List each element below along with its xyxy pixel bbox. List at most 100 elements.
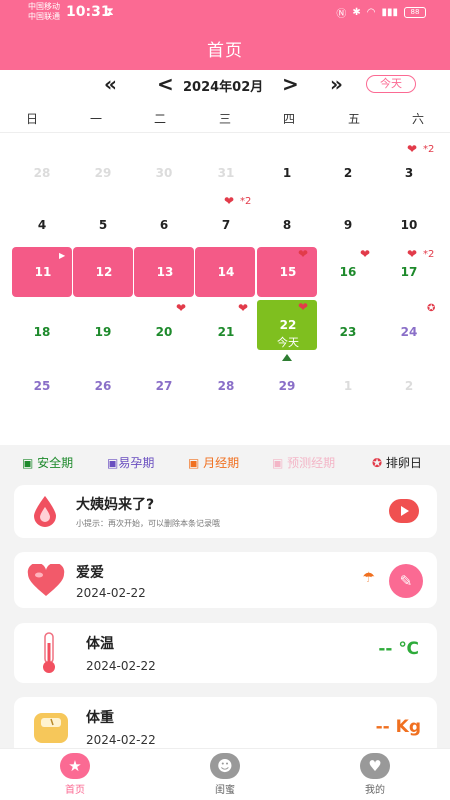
- day-cell[interactable]: 4: [10, 200, 74, 252]
- love-card-date: 2024-02-22: [76, 586, 146, 600]
- day-cell[interactable]: 25: [10, 361, 74, 413]
- day-cell[interactable]: 26: [71, 361, 135, 413]
- calendar: 日 一 二 三 四 五 六 28 29 30 31 1 2 3 ❤ *2 4 5: [0, 100, 450, 445]
- scale-icon: [34, 713, 68, 743]
- legend-predicted: ▣ 预测经期: [272, 456, 336, 470]
- prev-month-button[interactable]: <: [157, 72, 174, 96]
- day-cell[interactable]: 10: [377, 200, 441, 252]
- tab-home-label: 首页: [65, 785, 85, 796]
- day-cell[interactable]: 7 ❤ *2: [194, 194, 258, 252]
- day-cell[interactable]: 28: [194, 361, 258, 413]
- temperature-card[interactable]: 体温 2024-02-22 -- ℃: [14, 623, 437, 683]
- legend-period: ▣ 月经期: [188, 456, 240, 470]
- today-indicator-icon: [282, 354, 292, 361]
- tab-mine[interactable]: ♥ 我的: [330, 753, 420, 796]
- thermometer-icon: [43, 632, 55, 673]
- tab-friends[interactable]: ☻ 闺蜜: [180, 753, 270, 796]
- heart-icon: ❤: [407, 247, 418, 261]
- tab-mine-label: 我的: [365, 785, 385, 796]
- weight-value: -- Kg: [375, 717, 421, 737]
- app-root: 中国移动 中国联通 10:31 ⧗ Ⓝ ✱ ◠ ▮▮▮ 88 首页 « < 20…: [0, 0, 450, 800]
- day-cell-period[interactable]: 12: [72, 247, 136, 299]
- day-cell-period[interactable]: 15 ❤: [256, 247, 320, 299]
- month-label: 2024年02月: [183, 80, 264, 95]
- day-cell[interactable]: 29: [255, 361, 319, 413]
- tab-friends-label: 闺蜜: [215, 785, 235, 796]
- next-month-button[interactable]: >: [282, 72, 299, 96]
- top-bar: 中国移动 中国联通 10:31 ⧗ Ⓝ ✱ ◠ ▮▮▮ 88 首页: [0, 0, 450, 70]
- day-cell[interactable]: 1: [255, 148, 319, 200]
- day-cell[interactable]: 31: [194, 148, 258, 200]
- tab-home[interactable]: ★ 首页: [30, 753, 120, 796]
- blood-drop-icon: [34, 496, 56, 527]
- day-cell[interactable]: 20 ❤: [132, 301, 196, 359]
- day-cell[interactable]: 27: [132, 361, 196, 413]
- period-card-hint: 小提示：再次开始，可以删除本条记录哦: [76, 519, 220, 528]
- nfc-icon: Ⓝ: [336, 9, 347, 20]
- temperature-card-title: 体温: [86, 636, 114, 652]
- period-card[interactable]: 大姨妈来了? 小提示：再次开始，可以删除本条记录哦: [14, 485, 437, 538]
- edit-love-button[interactable]: ✎: [389, 564, 423, 598]
- day-cell[interactable]: 2: [377, 361, 441, 413]
- battery-icon: 88: [404, 7, 426, 18]
- legend-safe: ▣ 安全期: [22, 456, 74, 470]
- day-cell[interactable]: 19: [71, 307, 135, 359]
- day-cell[interactable]: 16 ❤: [316, 247, 380, 299]
- day-cell[interactable]: 18: [10, 307, 74, 359]
- day-cell[interactable]: 6: [132, 200, 196, 252]
- love-card[interactable]: 爱爱 2024-02-22 ☂ ✎: [14, 552, 437, 608]
- bluetooth-icon: ✱: [352, 7, 361, 18]
- next-year-button[interactable]: »: [330, 72, 343, 96]
- day-cell[interactable]: 23: [316, 307, 380, 359]
- day-cell[interactable]: 29: [71, 148, 135, 200]
- heart-count: *2: [423, 249, 435, 260]
- heart-count: *2: [240, 196, 252, 207]
- flag-icon: ▶: [59, 251, 66, 260]
- heart-icon: ❤: [407, 142, 418, 156]
- day-cell-period[interactable]: 11 ▶: [11, 247, 75, 299]
- prev-year-button[interactable]: «: [104, 72, 117, 96]
- heart-icon: ❤: [176, 301, 187, 315]
- day-cell[interactable]: 24 ✪: [377, 303, 441, 359]
- pencil-icon: ✎: [399, 572, 413, 590]
- day-cell[interactable]: 17 ❤ *2: [377, 247, 441, 299]
- umbrella-icon: ☂: [362, 570, 375, 586]
- day-cell-today[interactable]: 22 今天 ❤: [256, 300, 320, 361]
- carrier-info: 中国移动 中国联通: [28, 2, 60, 22]
- status-bar: 中国移动 中国联通 10:31 ⧗ Ⓝ ✱ ◠ ▮▮▮ 88: [0, 0, 450, 26]
- heart-icon: ❤: [360, 247, 371, 261]
- day-cell[interactable]: 8: [255, 200, 319, 252]
- month-nav: « < 2024年02月 > » 今天: [0, 70, 450, 100]
- heart-profile-icon: ♥: [360, 753, 390, 779]
- heart-icon: ❤: [298, 247, 309, 261]
- ovulation-icon: ✪: [427, 303, 436, 314]
- friends-icon: ☻: [210, 753, 240, 779]
- day-cell[interactable]: 28: [10, 148, 74, 200]
- status-time: 10:31: [66, 4, 111, 20]
- hourglass-icon: ⧗: [106, 5, 114, 18]
- day-cell[interactable]: 1: [316, 361, 380, 413]
- day-cell[interactable]: 30: [132, 148, 196, 200]
- day-cell-period[interactable]: 13: [133, 247, 197, 299]
- start-period-button[interactable]: [389, 499, 419, 523]
- heart-count: *2: [423, 144, 435, 155]
- day-cell-period[interactable]: 14: [194, 247, 258, 299]
- calendar-grid: 28 29 30 31 1 2 3 ❤ *2 4 5 6 7 ❤ *2 8 9 …: [0, 100, 450, 445]
- day-cell[interactable]: 21 ❤: [194, 301, 258, 359]
- day-cell[interactable]: 2: [316, 148, 380, 200]
- love-card-title: 爱爱: [76, 565, 104, 581]
- star-icon: ★: [60, 753, 90, 779]
- today-button[interactable]: 今天: [366, 75, 416, 93]
- weight-card-date: 2024-02-22: [86, 733, 156, 747]
- weight-card-title: 体重: [86, 710, 114, 726]
- heart-icon: ❤: [238, 301, 249, 315]
- today-label: 今天: [277, 336, 299, 349]
- legend: ▣ 安全期 ▣易孕期 ▣ 月经期 ▣ 预测经期 ✪ 排卵日: [0, 450, 450, 474]
- day-cell[interactable]: 9: [316, 200, 380, 252]
- bottom-nav: ★ 首页 ☻ 闺蜜 ♥ 我的: [0, 748, 450, 800]
- day-cell[interactable]: 3 ❤ *2: [377, 142, 441, 200]
- day-cell[interactable]: 5: [71, 200, 135, 252]
- temperature-value: -- ℃: [378, 639, 419, 659]
- legend-fertile: ▣易孕期: [107, 456, 155, 470]
- page-title: 首页: [207, 41, 243, 61]
